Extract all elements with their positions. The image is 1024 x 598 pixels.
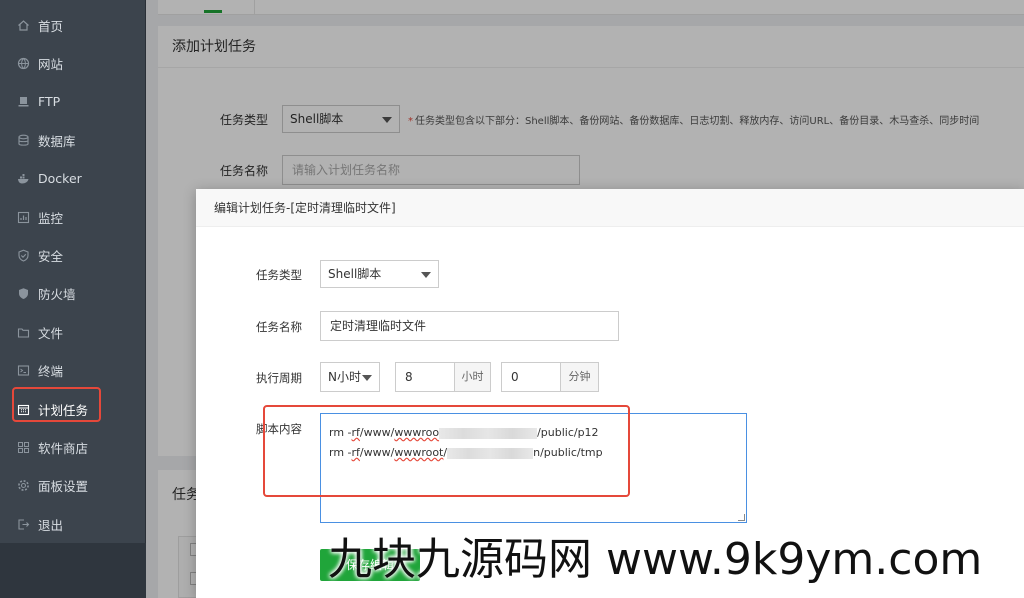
sidebar-item-label: 监控 xyxy=(38,210,64,226)
sidebar-footer xyxy=(0,543,146,598)
logout-icon xyxy=(16,517,30,531)
sidebar-nav: 首页 网站 FTP 数据库 Docker 监控 安全 防火墙 文件 终端 计划任… xyxy=(0,6,146,543)
sidebar-item-label: 文件 xyxy=(38,325,64,341)
sidebar-item-monitor[interactable]: 监控 xyxy=(0,198,146,236)
modal-type-label: 任务类型 xyxy=(256,268,302,282)
sidebar-item-home[interactable]: 首页 xyxy=(0,6,146,44)
sidebar-item-logout[interactable]: 退出 xyxy=(0,505,146,543)
period-type-value: N小时 xyxy=(328,370,361,384)
sidebar-item-label: 安全 xyxy=(38,249,64,265)
terminal-icon xyxy=(16,364,30,378)
monitor-icon xyxy=(16,210,30,224)
ftp-icon xyxy=(16,95,30,109)
hours-unit: 小时 xyxy=(455,362,491,392)
modal-title: 编辑计划任务-[定时清理临时文件] xyxy=(196,189,1024,227)
highlight-box-nav xyxy=(12,387,101,422)
sidebar-item-label: 软件商店 xyxy=(38,440,89,456)
sidebar-item-security[interactable]: 安全 xyxy=(0,236,146,274)
sidebar-item-label: 首页 xyxy=(38,18,64,34)
sidebar-item-appstore[interactable]: 软件商店 xyxy=(0,428,146,466)
hours-input[interactable]: 8 xyxy=(395,362,455,392)
sidebar-item-settings[interactable]: 面板设置 xyxy=(0,467,146,505)
sidebar-item-label: 退出 xyxy=(38,517,64,533)
sidebar-item-firewall[interactable]: 防火墙 xyxy=(0,275,146,313)
modal-period-label: 执行周期 xyxy=(256,371,302,385)
folder-icon xyxy=(16,325,30,339)
globe-icon xyxy=(16,57,30,71)
modal-name-label: 任务名称 xyxy=(256,320,302,334)
sidebar-item-label: 面板设置 xyxy=(38,479,89,495)
sidebar-item-label: Docker xyxy=(38,171,82,187)
hours-field: 8 小时 xyxy=(395,362,491,392)
modal-name-value: 定时清理临时文件 xyxy=(330,319,427,333)
sidebar-item-label: 数据库 xyxy=(38,133,76,149)
docker-icon xyxy=(16,172,30,186)
database-icon xyxy=(16,133,30,147)
apps-grid-icon xyxy=(16,440,30,454)
sidebar-item-ftp[interactable]: FTP xyxy=(0,83,146,121)
sidebar-item-database[interactable]: 数据库 xyxy=(0,121,146,159)
sidebar-item-files[interactable]: 文件 xyxy=(0,313,146,351)
sidebar: 首页 网站 FTP 数据库 Docker 监控 安全 防火墙 文件 终端 计划任… xyxy=(0,0,146,598)
modal-name-input[interactable]: 定时清理临时文件 xyxy=(320,311,619,341)
firewall-shield-icon xyxy=(16,287,30,301)
sidebar-item-website[interactable]: 网站 xyxy=(0,44,146,82)
sidebar-item-label: 终端 xyxy=(38,364,64,380)
highlight-box-script xyxy=(263,405,630,497)
period-type-select[interactable]: N小时 xyxy=(320,362,380,392)
resize-handle-icon[interactable] xyxy=(738,514,745,521)
minutes-field: 0 分钟 xyxy=(501,362,599,392)
watermark: 九块九源码网 www.9k9ym.com xyxy=(328,534,983,585)
sidebar-item-docker[interactable]: Docker xyxy=(0,160,146,198)
minutes-input[interactable]: 0 xyxy=(501,362,561,392)
home-icon xyxy=(16,18,30,32)
modal-type-value: Shell脚本 xyxy=(328,267,382,281)
sidebar-item-label: FTP xyxy=(38,94,61,110)
minutes-value: 0 xyxy=(511,370,519,384)
shield-check-icon xyxy=(16,249,30,263)
chevron-down-icon xyxy=(421,272,431,278)
sidebar-item-terminal[interactable]: 终端 xyxy=(0,352,146,390)
gear-icon xyxy=(16,479,30,493)
hours-value: 8 xyxy=(405,370,413,384)
sidebar-item-label: 防火墙 xyxy=(38,287,76,303)
chevron-down-icon xyxy=(362,375,372,381)
minutes-unit: 分钟 xyxy=(561,362,599,392)
sidebar-item-label: 网站 xyxy=(38,57,64,73)
modal-type-select[interactable]: Shell脚本 xyxy=(320,260,439,288)
